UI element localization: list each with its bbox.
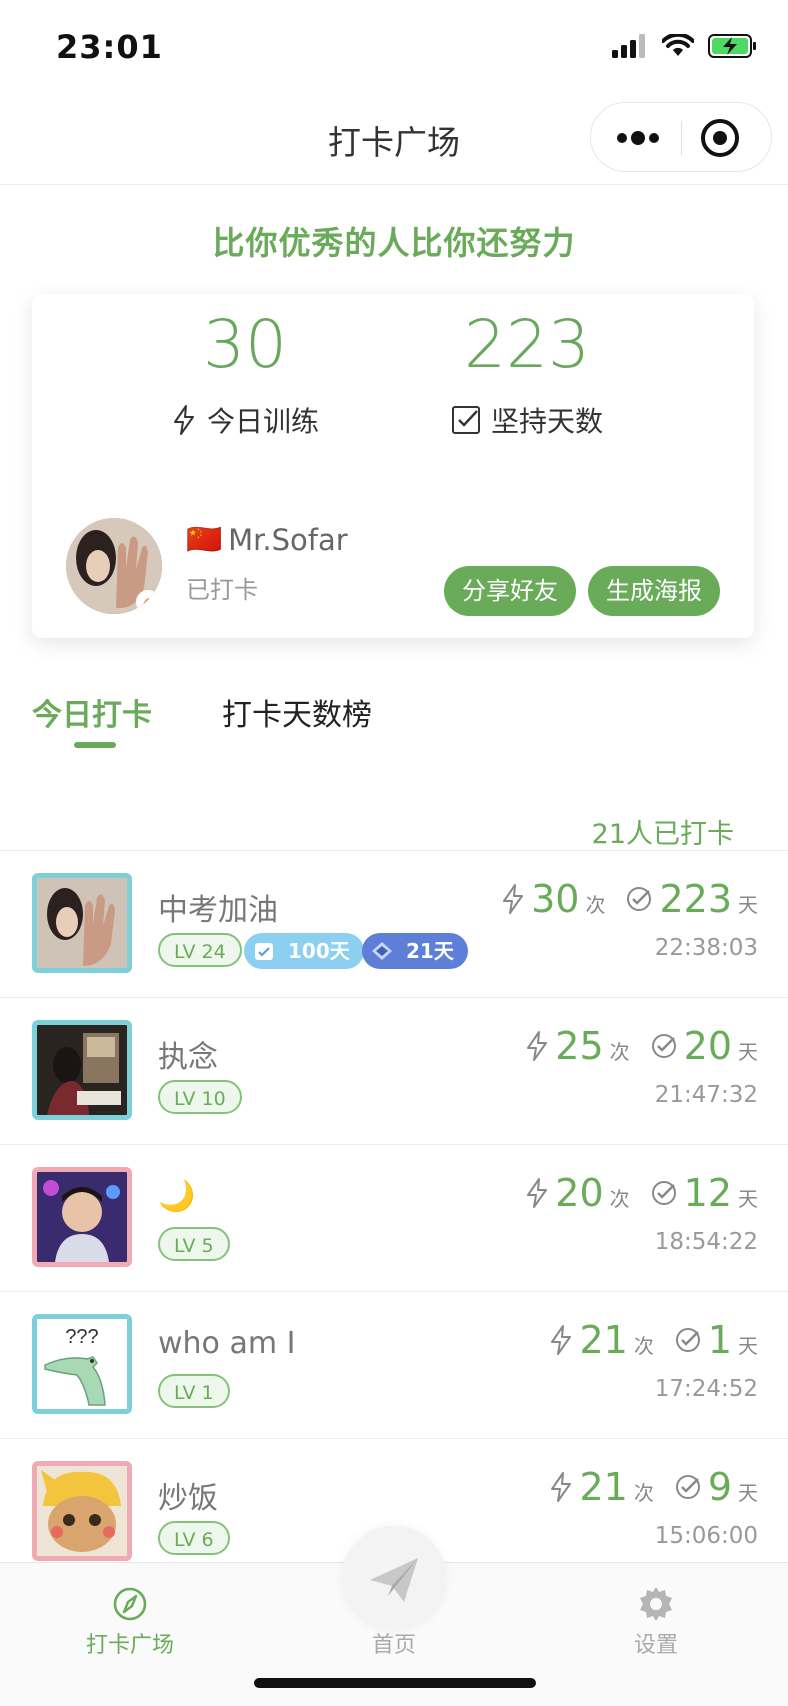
home-indicator bbox=[254, 1678, 536, 1688]
training-count: 20 bbox=[555, 1171, 604, 1215]
training-count: 21 bbox=[579, 1465, 628, 1509]
days-stat: 223 坚持天数 bbox=[442, 310, 612, 440]
training-count: 21 bbox=[579, 1318, 628, 1362]
avatar bbox=[32, 1020, 132, 1120]
generate-poster-button[interactable]: 生成海报 bbox=[588, 566, 720, 616]
level-badge: LV 5 bbox=[158, 1227, 230, 1261]
calendar-check-icon bbox=[255, 943, 273, 960]
tab-days-ranking[interactable]: 打卡天数榜 bbox=[222, 690, 372, 734]
lightning-icon bbox=[527, 1031, 548, 1061]
training-count: 25 bbox=[555, 1024, 604, 1068]
level-badge: LV 24 bbox=[158, 933, 242, 967]
capsule-divider bbox=[681, 121, 682, 155]
entry-metrics: 25 次 20 天 bbox=[525, 1024, 758, 1068]
svg-text:???: ??? bbox=[65, 1326, 98, 1348]
list-item[interactable]: 中考加油 LV 24 100天 21天 30 次 223 天 22:38:03 bbox=[0, 850, 788, 995]
nav-bar: 打卡广场 bbox=[0, 96, 788, 185]
user-name: who am I bbox=[158, 1326, 296, 1361]
more-icon[interactable] bbox=[613, 123, 663, 153]
entry-metrics: 21 次 1 天 bbox=[549, 1318, 758, 1362]
level-badge: LV 1 bbox=[158, 1374, 230, 1408]
user-name: Mr.Sofar bbox=[228, 522, 348, 557]
entry-metrics: 30 次 223 天 bbox=[501, 877, 758, 921]
checkin-time: 17:24:52 bbox=[654, 1376, 758, 1402]
diamond-icon bbox=[372, 942, 392, 960]
close-mini-program-icon[interactable] bbox=[699, 117, 741, 159]
checkbox-icon bbox=[451, 406, 480, 434]
mini-program-capsule bbox=[590, 102, 772, 172]
avatar: ??? bbox=[32, 1314, 132, 1414]
user-avatar[interactable] bbox=[66, 518, 162, 614]
battery-charging-icon bbox=[708, 34, 756, 58]
training-count: 30 bbox=[531, 877, 580, 921]
tab-bar-top: 今日打卡 打卡天数榜 bbox=[0, 690, 788, 750]
compass-icon bbox=[113, 1587, 147, 1621]
check-circle-icon bbox=[627, 887, 652, 911]
signal-icon bbox=[612, 34, 645, 58]
tab-home-label: 首页 bbox=[371, 1633, 416, 1658]
streak-days: 223 bbox=[659, 877, 732, 921]
slogan: 比你优秀的人比你还努力 bbox=[212, 224, 576, 262]
tab-settings-label: 设置 bbox=[633, 1633, 678, 1658]
lightning-icon bbox=[551, 1325, 572, 1355]
user-name: 炒饭 bbox=[158, 1481, 218, 1516]
user-checkin-status: 已打卡 bbox=[186, 576, 258, 604]
lightning-icon bbox=[551, 1472, 572, 1502]
lightning-icon bbox=[527, 1178, 548, 1208]
check-circle-icon bbox=[651, 1181, 676, 1205]
tab-settings[interactable]: 设置 bbox=[576, 1581, 736, 1659]
streak-100-badge: 100天 bbox=[244, 933, 364, 969]
list-item[interactable]: 执念 LV 10 25 次 20 天 21:47:32 bbox=[0, 997, 788, 1142]
avatar bbox=[32, 1167, 132, 1267]
days-label: 坚持天数 bbox=[490, 405, 603, 438]
tab-today-checkin[interactable]: 今日打卡 bbox=[32, 690, 152, 734]
streak-days: 9 bbox=[707, 1465, 732, 1509]
streak-21-badge: 21天 bbox=[362, 933, 468, 969]
checkin-time: 21:47:32 bbox=[654, 1082, 758, 1108]
level-badge: LV 10 bbox=[158, 1080, 242, 1114]
streak-days: 12 bbox=[683, 1171, 732, 1215]
today-training-label: 今日训练 bbox=[206, 405, 319, 438]
tab-checkin-square-label: 打卡广场 bbox=[85, 1633, 174, 1658]
avatar bbox=[32, 873, 132, 973]
user-name: 执念 bbox=[158, 1040, 218, 1075]
today-training-stat: 30 今日训练 bbox=[160, 310, 330, 440]
check-circle-icon bbox=[651, 1034, 676, 1058]
checkin-time: 22:38:03 bbox=[654, 935, 758, 961]
check-circle-icon bbox=[675, 1475, 700, 1499]
checkin-time: 18:54:22 bbox=[654, 1229, 758, 1255]
user-name: 中考加油 bbox=[158, 893, 278, 928]
streak-days: 20 bbox=[683, 1024, 732, 1068]
status-bar: 23:01 bbox=[0, 0, 788, 96]
list-item[interactable]: 🌙 LV 5 20 次 12 天 18:54:22 bbox=[0, 1144, 788, 1289]
days-value: 223 bbox=[464, 306, 590, 383]
user-name: 🌙 bbox=[158, 1179, 196, 1214]
summary-card: 30 今日训练 223 坚持天数 🇨🇳 Mr.Sofar 已打卡 分享好友 生成… bbox=[32, 294, 754, 638]
level-badge: LV 6 bbox=[158, 1521, 230, 1555]
entry-metrics: 21 次 9 天 bbox=[549, 1465, 758, 1509]
streak-days: 1 bbox=[707, 1318, 732, 1362]
wifi-icon bbox=[662, 34, 694, 56]
avatar bbox=[32, 1461, 132, 1561]
flag-icon: 🇨🇳 bbox=[186, 522, 223, 556]
lightning-icon bbox=[503, 884, 524, 914]
status-icons bbox=[612, 34, 758, 58]
share-friends-button[interactable]: 分享好友 bbox=[444, 566, 576, 616]
tab-active-indicator bbox=[74, 742, 116, 748]
tab-checkin-square[interactable]: 打卡广场 bbox=[50, 1581, 210, 1659]
checkin-count: 21人已打卡 bbox=[591, 819, 734, 850]
home-center-button[interactable] bbox=[342, 1526, 446, 1630]
status-time: 23:01 bbox=[56, 28, 163, 66]
today-training-value: 30 bbox=[203, 306, 287, 383]
paper-plane-icon bbox=[370, 1558, 418, 1602]
entry-metrics: 20 次 12 天 bbox=[525, 1171, 758, 1215]
list-item[interactable]: ??? who am I LV 1 21 次 1 天 17:24:52 bbox=[0, 1291, 788, 1436]
checkin-time: 15:06:00 bbox=[654, 1523, 758, 1549]
user-name-line: 🇨🇳 Mr.Sofar bbox=[186, 522, 348, 557]
check-circle-icon bbox=[675, 1328, 700, 1352]
user-avatar-image bbox=[66, 518, 162, 614]
lightning-icon bbox=[173, 405, 194, 435]
gear-icon bbox=[640, 1587, 672, 1621]
